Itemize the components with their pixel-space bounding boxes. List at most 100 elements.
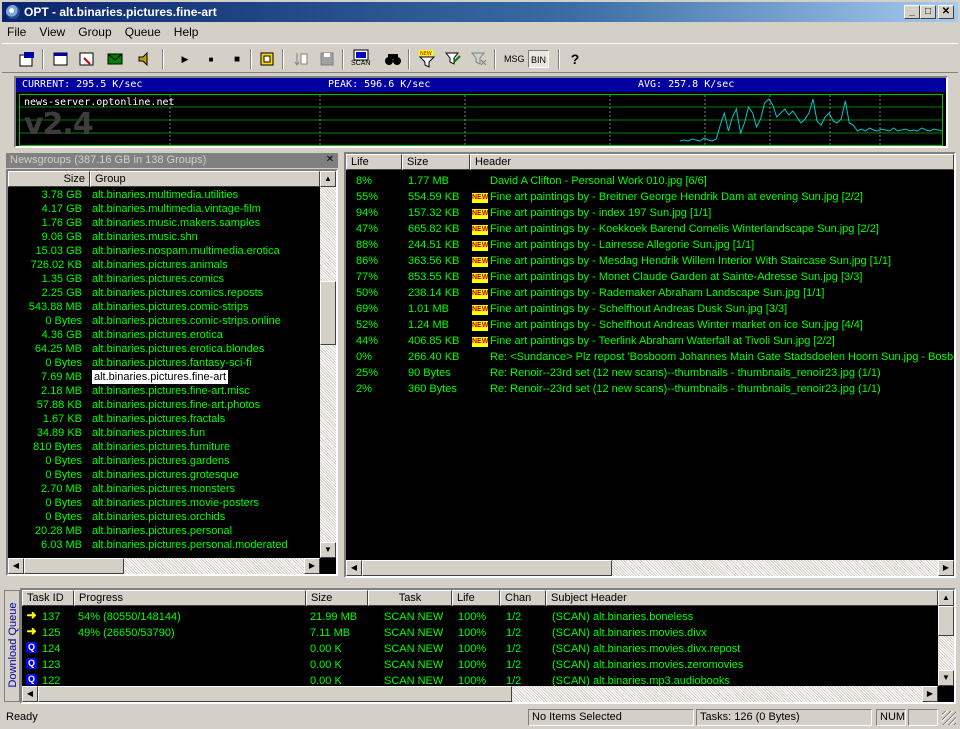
menu-queue[interactable]: Queue (120, 23, 166, 41)
save-icon[interactable] (316, 48, 338, 70)
scroll-thumb[interactable] (38, 686, 512, 702)
header-row[interactable]: 69% 1.01 MB NEW Fine art paintings by - Sch… (346, 302, 954, 316)
play-icon[interactable]: ▶ (174, 48, 196, 70)
queue-hscroll[interactable]: ◀ ▶ (22, 686, 938, 702)
header-row[interactable]: 55% 554.59 KB NEW Fine art paintings by - B… (346, 190, 954, 204)
scroll-thumb[interactable] (938, 606, 954, 636)
speaker-icon[interactable] (134, 48, 156, 70)
column-chan[interactable]: Chan (500, 590, 546, 606)
maximize-button[interactable]: □ (920, 5, 936, 19)
header-row[interactable]: 47% 665.82 KB NEW Fine art paintings by - K… (346, 222, 954, 236)
newsgroup-row[interactable]: 0 Bytes alt.binaries.pictures.gardens (8, 454, 320, 468)
newsgroup-row[interactable]: 2.25 GB alt.binaries.pictures.comics.repo… (8, 286, 320, 300)
download-queue-tab[interactable]: Download Queue (4, 590, 20, 702)
newsgroup-row[interactable]: 2.18 MB alt.binaries.pictures.fine-art.mi… (8, 384, 320, 398)
queue-row[interactable]: Q 123 0.00 K SCAN NEW 100% 1/2 (SCAN) alt.bina… (22, 658, 938, 672)
queue-row[interactable]: ➜ 137 54% (80550/148144) 21.99 MB SCAN NEW 10… (22, 609, 938, 624)
newsgroup-row[interactable]: 3.78 GB alt.binaries.multimedia.utilities (8, 188, 320, 202)
header-row[interactable]: 88% 244.51 KB NEW Fine art paintings by - L… (346, 238, 954, 252)
header-row[interactable]: 86% 363.56 KB NEW Fine art paintings by - M… (346, 254, 954, 268)
newsgroups-vscroll[interactable]: ▲ ▼ (320, 171, 336, 558)
menu-group[interactable]: Group (73, 23, 116, 41)
scroll-down-icon[interactable]: ▼ (938, 670, 954, 686)
menu-help[interactable]: Help (169, 23, 204, 41)
scroll-left-icon[interactable]: ◀ (8, 558, 24, 574)
column-header[interactable]: Header (470, 154, 954, 170)
column-subject-header[interactable]: Subject Header (546, 590, 938, 606)
header-row[interactable]: 77% 853.55 KB NEW Fine art paintings by - M… (346, 270, 954, 284)
newsgroup-row[interactable]: 1.76 GB alt.binaries.music.makers.samples (8, 216, 320, 230)
header-row[interactable]: 8% 1.77 MB David A Clifton - Personal Work… (346, 174, 954, 188)
queue-list[interactable]: Task ID Progress Size Task Life Chan Sub… (20, 588, 956, 704)
edit-filter-icon[interactable] (442, 48, 464, 70)
scroll-up-icon[interactable]: ▲ (938, 590, 954, 606)
newsgroup-row[interactable]: 0 Bytes alt.binaries.pictures.movie-poste… (8, 496, 320, 510)
close-icon[interactable]: ✕ (324, 154, 336, 166)
newsgroup-row[interactable]: 2.70 MB alt.binaries.pictures.monsters (8, 482, 320, 496)
column-life[interactable]: Life (452, 590, 500, 606)
newsgroup-row[interactable]: 0 Bytes alt.binaries.pictures.orchids (8, 510, 320, 524)
subscribe-icon[interactable] (76, 48, 98, 70)
properties-icon[interactable] (16, 48, 38, 70)
title-bar[interactable]: OPT - alt.binaries.pictures.fine-art _ □… (2, 2, 958, 22)
column-life[interactable]: Life (346, 154, 402, 170)
scroll-down-icon[interactable]: ▼ (320, 542, 336, 558)
queue-vscroll[interactable]: ▲ ▼ (938, 590, 954, 686)
column-size[interactable]: Size (8, 171, 90, 187)
stop-icon[interactable]: ■ (226, 48, 248, 70)
binoculars-icon[interactable] (382, 48, 404, 70)
newsgroup-row[interactable]: 1.35 GB alt.binaries.pictures.comics (8, 272, 320, 286)
scroll-thumb[interactable] (362, 560, 612, 576)
filter-new-icon[interactable]: NEW (416, 48, 438, 70)
newsgroup-row[interactable]: 1.67 KB alt.binaries.pictures.fractals (8, 412, 320, 426)
clear-filter-icon[interactable] (468, 48, 490, 70)
column-group[interactable]: Group (90, 171, 320, 187)
queue-row[interactable]: ➜ 125 49% (26650/53790) 7.11 MB SCAN NEW 100%… (22, 625, 938, 640)
newsgroup-row[interactable]: 810 Bytes alt.binaries.pictures.furniture (8, 440, 320, 454)
app-icon[interactable] (6, 5, 20, 19)
newsgroup-row[interactable]: 0 Bytes alt.binaries.pictures.grotesque (8, 468, 320, 482)
scroll-thumb[interactable] (24, 558, 124, 574)
header-row[interactable]: 52% 1.24 MB NEW Fine art paintings by - Sch… (346, 318, 954, 332)
column-task[interactable]: Task (368, 590, 452, 606)
newsgroup-row[interactable]: 0 Bytes alt.binaries.pictures.fantasy-sci… (8, 356, 320, 370)
newsgroup-row[interactable]: 15.03 GB alt.binaries.nospam.multimedia.e… (8, 244, 320, 258)
scroll-right-icon[interactable]: ▶ (938, 560, 954, 576)
newsgroups-list[interactable]: Size Group 3.78 GB alt.binaries.multimedi… (6, 169, 338, 576)
newsgroup-row[interactable]: 64.25 MB alt.binaries.pictures.erotica.bl… (8, 342, 320, 356)
newsgroup-row[interactable]: 6.03 MB alt.binaries.pictures.personal.mo… (8, 538, 320, 552)
sort-icon[interactable] (290, 48, 312, 70)
scroll-left-icon[interactable]: ◀ (22, 686, 38, 702)
newsgroup-row[interactable]: 4.36 GB alt.binaries.pictures.erotica (8, 328, 320, 342)
header-row[interactable]: 0% 266.40 KB Re: <Sundance> Plz repost 'Bo… (346, 350, 954, 364)
menu-view[interactable]: View (34, 23, 70, 41)
resize-grip-icon[interactable] (942, 711, 956, 725)
scroll-left-icon[interactable]: ◀ (346, 560, 362, 576)
close-button[interactable]: ✕ (938, 5, 954, 19)
newsgroup-row[interactable]: 726.02 KB alt.binaries.pictures.animals (8, 258, 320, 272)
pause-icon[interactable]: ■ (200, 48, 222, 70)
newsgroup-row[interactable]: 4.17 GB alt.binaries.multimedia.vintage-f… (8, 202, 320, 216)
column-size[interactable]: Size (306, 590, 368, 606)
newsgroups-hscroll[interactable]: ◀ ▶ (8, 558, 320, 574)
newsgroup-list-icon[interactable] (50, 48, 72, 70)
envelope-icon[interactable] (104, 48, 126, 70)
header-row[interactable]: 50% 238.14 KB NEW Fine art paintings by - R… (346, 286, 954, 300)
scan-button[interactable]: SCAN (350, 48, 372, 70)
newsgroup-row[interactable]: 0 Bytes alt.binaries.pictures.comic-strip… (8, 314, 320, 328)
scroll-right-icon[interactable]: ▶ (922, 686, 938, 702)
minimize-button[interactable]: _ (904, 5, 920, 19)
cut-icon[interactable] (256, 48, 278, 70)
column-size[interactable]: Size (402, 154, 470, 170)
queue-row[interactable]: Q 124 0.00 K SCAN NEW 100% 1/2 (SCAN) alt.bina… (22, 642, 938, 656)
header-row[interactable]: 94% 157.32 KB NEW Fine art paintings by - i… (346, 206, 954, 220)
header-row[interactable]: 2% 360 Bytes Re: Renoir--23rd set (12 new … (346, 382, 954, 396)
scroll-thumb[interactable] (320, 281, 336, 345)
column-progress[interactable]: Progress (74, 590, 306, 606)
newsgroup-row[interactable]: 543.88 MB alt.binaries.pictures.comic-str… (8, 300, 320, 314)
newsgroup-row[interactable]: 7.69 MB alt.binaries.pictures.fine-art (8, 369, 320, 385)
scroll-right-icon[interactable]: ▶ (304, 558, 320, 574)
help-icon[interactable]: ? (564, 48, 586, 70)
header-row[interactable]: 25% 90 Bytes Re: Renoir--23rd set (12 new … (346, 366, 954, 380)
newsgroup-row[interactable]: 57.88 KB alt.binaries.pictures.fine-art.p… (8, 398, 320, 412)
